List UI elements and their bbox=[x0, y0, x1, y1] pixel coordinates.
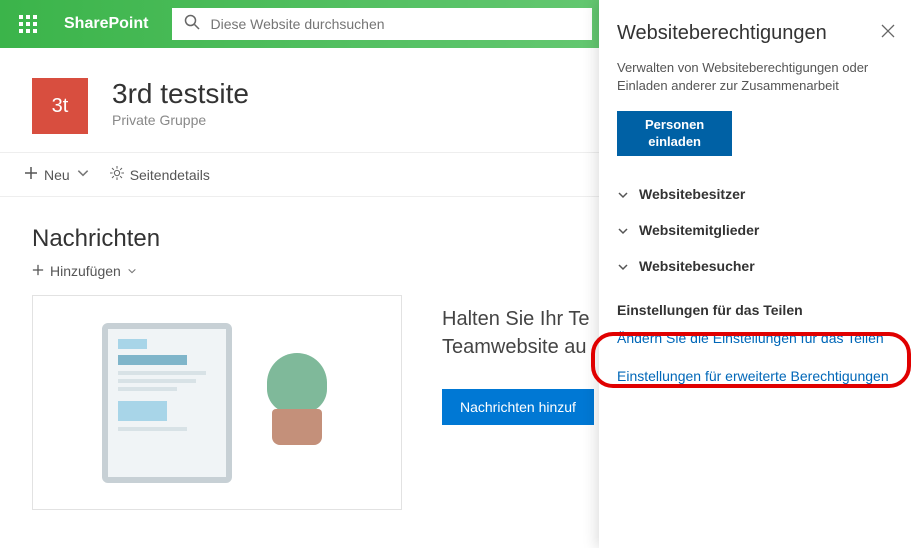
panel-description: Verwalten von Websiteberechtigungen oder… bbox=[617, 59, 897, 95]
plus-icon bbox=[32, 263, 44, 279]
app-launcher-icon[interactable] bbox=[8, 4, 48, 44]
page-details-button[interactable]: Seitendetails bbox=[110, 166, 210, 183]
search-icon bbox=[184, 14, 200, 35]
tablet-illustration bbox=[102, 323, 232, 483]
group-owners[interactable]: Websitebesitzer bbox=[617, 176, 897, 212]
site-visibility: Private Gruppe bbox=[112, 112, 249, 128]
plus-icon bbox=[24, 166, 38, 183]
search-input[interactable] bbox=[210, 16, 580, 32]
group-members-label: Websitemitglieder bbox=[639, 222, 759, 238]
group-members[interactable]: Websitemitglieder bbox=[617, 212, 897, 248]
lead-text-1: Halten Sie Ihr Te bbox=[442, 308, 590, 330]
chevron-down-icon bbox=[617, 188, 629, 200]
close-icon[interactable] bbox=[879, 22, 897, 45]
add-news-dropdown[interactable]: Hinzufügen bbox=[32, 263, 137, 279]
invite-label-2: einladen bbox=[648, 134, 701, 149]
panel-title: Websiteberechtigungen bbox=[617, 22, 827, 45]
site-title[interactable]: 3rd testsite bbox=[112, 78, 249, 110]
add-news-button[interactable]: Nachrichten hinzuf bbox=[442, 389, 594, 425]
gear-icon bbox=[110, 166, 124, 183]
advanced-permissions-link[interactable]: Einstellungen für erweiterte Berechtigun… bbox=[617, 368, 897, 384]
new-label: Neu bbox=[44, 167, 70, 183]
change-sharing-link[interactable]: Ändern Sie die Einstellungen für das Tei… bbox=[617, 330, 897, 346]
brand-label[interactable]: SharePoint bbox=[56, 15, 156, 33]
chevron-down-icon bbox=[617, 260, 629, 272]
lead-text-2: Teamwebsite au bbox=[442, 336, 587, 358]
invite-people-button[interactable]: Personen einladen bbox=[617, 111, 732, 156]
group-visitors[interactable]: Websitebesucher bbox=[617, 248, 897, 284]
search-box[interactable] bbox=[172, 8, 592, 40]
news-illustration bbox=[32, 295, 402, 510]
invite-label-1: Personen bbox=[645, 117, 704, 132]
site-logo: 3t bbox=[32, 78, 88, 134]
plant-illustration bbox=[262, 353, 332, 453]
add-label: Hinzufügen bbox=[50, 263, 121, 279]
chevron-down-icon bbox=[617, 224, 629, 236]
chevron-down-icon bbox=[127, 263, 137, 279]
sharing-settings-heading: Einstellungen für das Teilen bbox=[617, 302, 897, 318]
group-visitors-label: Websitebesucher bbox=[639, 258, 755, 274]
group-owners-label: Websitebesitzer bbox=[639, 186, 745, 202]
chevron-down-icon bbox=[76, 166, 90, 183]
page-details-label: Seitendetails bbox=[130, 167, 210, 183]
permissions-panel: Websiteberechtigungen Verwalten von Webs… bbox=[599, 0, 919, 548]
new-button[interactable]: Neu bbox=[24, 166, 90, 183]
